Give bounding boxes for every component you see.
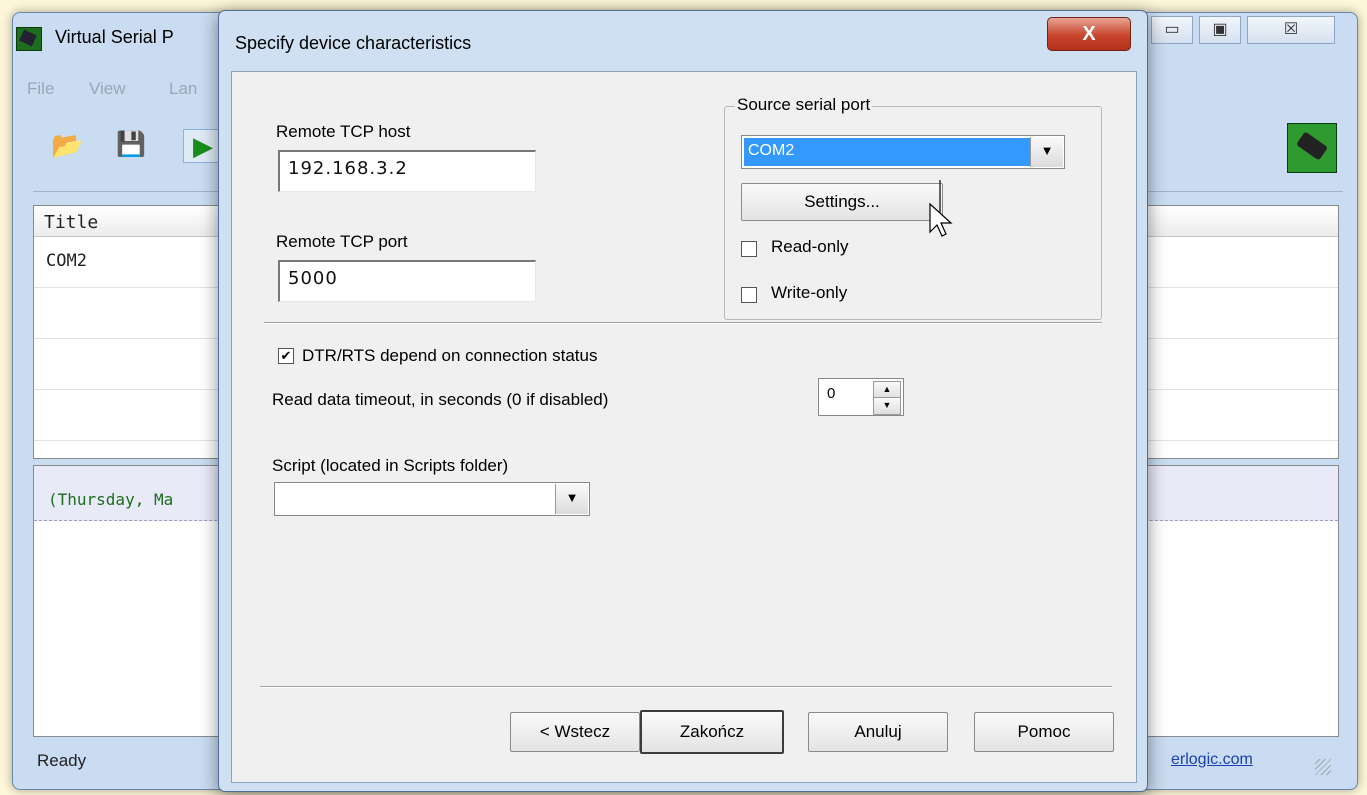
dtr-rts-checkbox[interactable]: ✔ bbox=[278, 348, 294, 364]
dialog-title: Specify device characteristics bbox=[235, 33, 472, 53]
source-port-group: Source serial port COM2 ▼ Settings... Re… bbox=[724, 95, 1102, 320]
back-button[interactable]: < Wstecz bbox=[510, 712, 640, 752]
read-only-label: Read-only bbox=[771, 237, 849, 256]
status-text: Ready bbox=[37, 751, 87, 770]
cancel-button[interactable]: Anuluj bbox=[808, 712, 948, 752]
play-icon[interactable]: ▶ bbox=[183, 129, 223, 163]
remote-host-label: Remote TCP host bbox=[276, 122, 411, 141]
settings-button[interactable]: Settings... bbox=[741, 183, 943, 221]
resize-grip[interactable] bbox=[1315, 759, 1331, 775]
log-entry-text: (Thursday, Ma bbox=[48, 490, 174, 509]
remote-port-label: Remote TCP port bbox=[276, 232, 408, 251]
device-dialog: Specify device characteristics X Remote … bbox=[218, 10, 1148, 792]
help-button[interactable]: Pomoc bbox=[974, 712, 1114, 752]
dropdown-arrow-icon[interactable]: ▼ bbox=[1030, 137, 1063, 167]
menu-view[interactable]: View bbox=[89, 79, 126, 99]
main-window-title: Virtual Serial P bbox=[55, 27, 174, 47]
spin-down-icon[interactable]: ▼ bbox=[873, 397, 901, 415]
dropdown-arrow-icon[interactable]: ▼ bbox=[555, 484, 588, 514]
separator bbox=[260, 686, 1112, 688]
source-port-legend: Source serial port bbox=[735, 95, 873, 115]
write-only-checkbox[interactable] bbox=[741, 287, 757, 303]
remote-host-input[interactable]: 192.168.3.2 bbox=[278, 150, 536, 192]
website-link[interactable]: erlogic.com bbox=[1171, 751, 1253, 769]
save-icon[interactable]: 💾 bbox=[115, 129, 147, 161]
list-row-label: COM2 bbox=[46, 251, 87, 271]
app-icon bbox=[16, 27, 42, 51]
menu-language[interactable]: Lan bbox=[169, 79, 197, 99]
connector-icon bbox=[1287, 123, 1337, 173]
main-close-button[interactable]: ☒ bbox=[1247, 16, 1335, 44]
timeout-spinner[interactable]: 0 ▲ ▼ bbox=[818, 378, 904, 416]
minimize-button[interactable]: ▭ bbox=[1151, 16, 1193, 44]
script-label: Script (located in Scripts folder) bbox=[272, 456, 509, 475]
dialog-close-button[interactable]: X bbox=[1047, 17, 1131, 51]
finish-button[interactable]: Zakończ bbox=[640, 710, 784, 754]
separator bbox=[264, 322, 1102, 324]
list-header-title[interactable]: Title bbox=[44, 212, 98, 233]
open-folder-icon[interactable]: 📂 bbox=[51, 129, 83, 161]
mouse-cursor-icon bbox=[929, 180, 953, 237]
source-port-select[interactable]: COM2 ▼ bbox=[741, 135, 1065, 169]
script-select[interactable]: ▼ bbox=[274, 482, 590, 516]
source-port-value: COM2 bbox=[744, 138, 1030, 166]
dialog-body: Remote TCP host 192.168.3.2 Remote TCP p… bbox=[231, 71, 1137, 783]
dtr-rts-label: DTR/RTS depend on connection status bbox=[302, 346, 598, 365]
timeout-value: 0 bbox=[827, 385, 836, 402]
read-only-checkbox[interactable] bbox=[741, 241, 757, 257]
maximize-button[interactable]: ▣ bbox=[1199, 16, 1241, 44]
timeout-label: Read data timeout, in seconds (0 if disa… bbox=[272, 390, 609, 409]
menu-file[interactable]: File bbox=[27, 79, 54, 99]
remote-port-input[interactable]: 5000 bbox=[278, 260, 536, 302]
write-only-label: Write-only bbox=[771, 283, 848, 302]
